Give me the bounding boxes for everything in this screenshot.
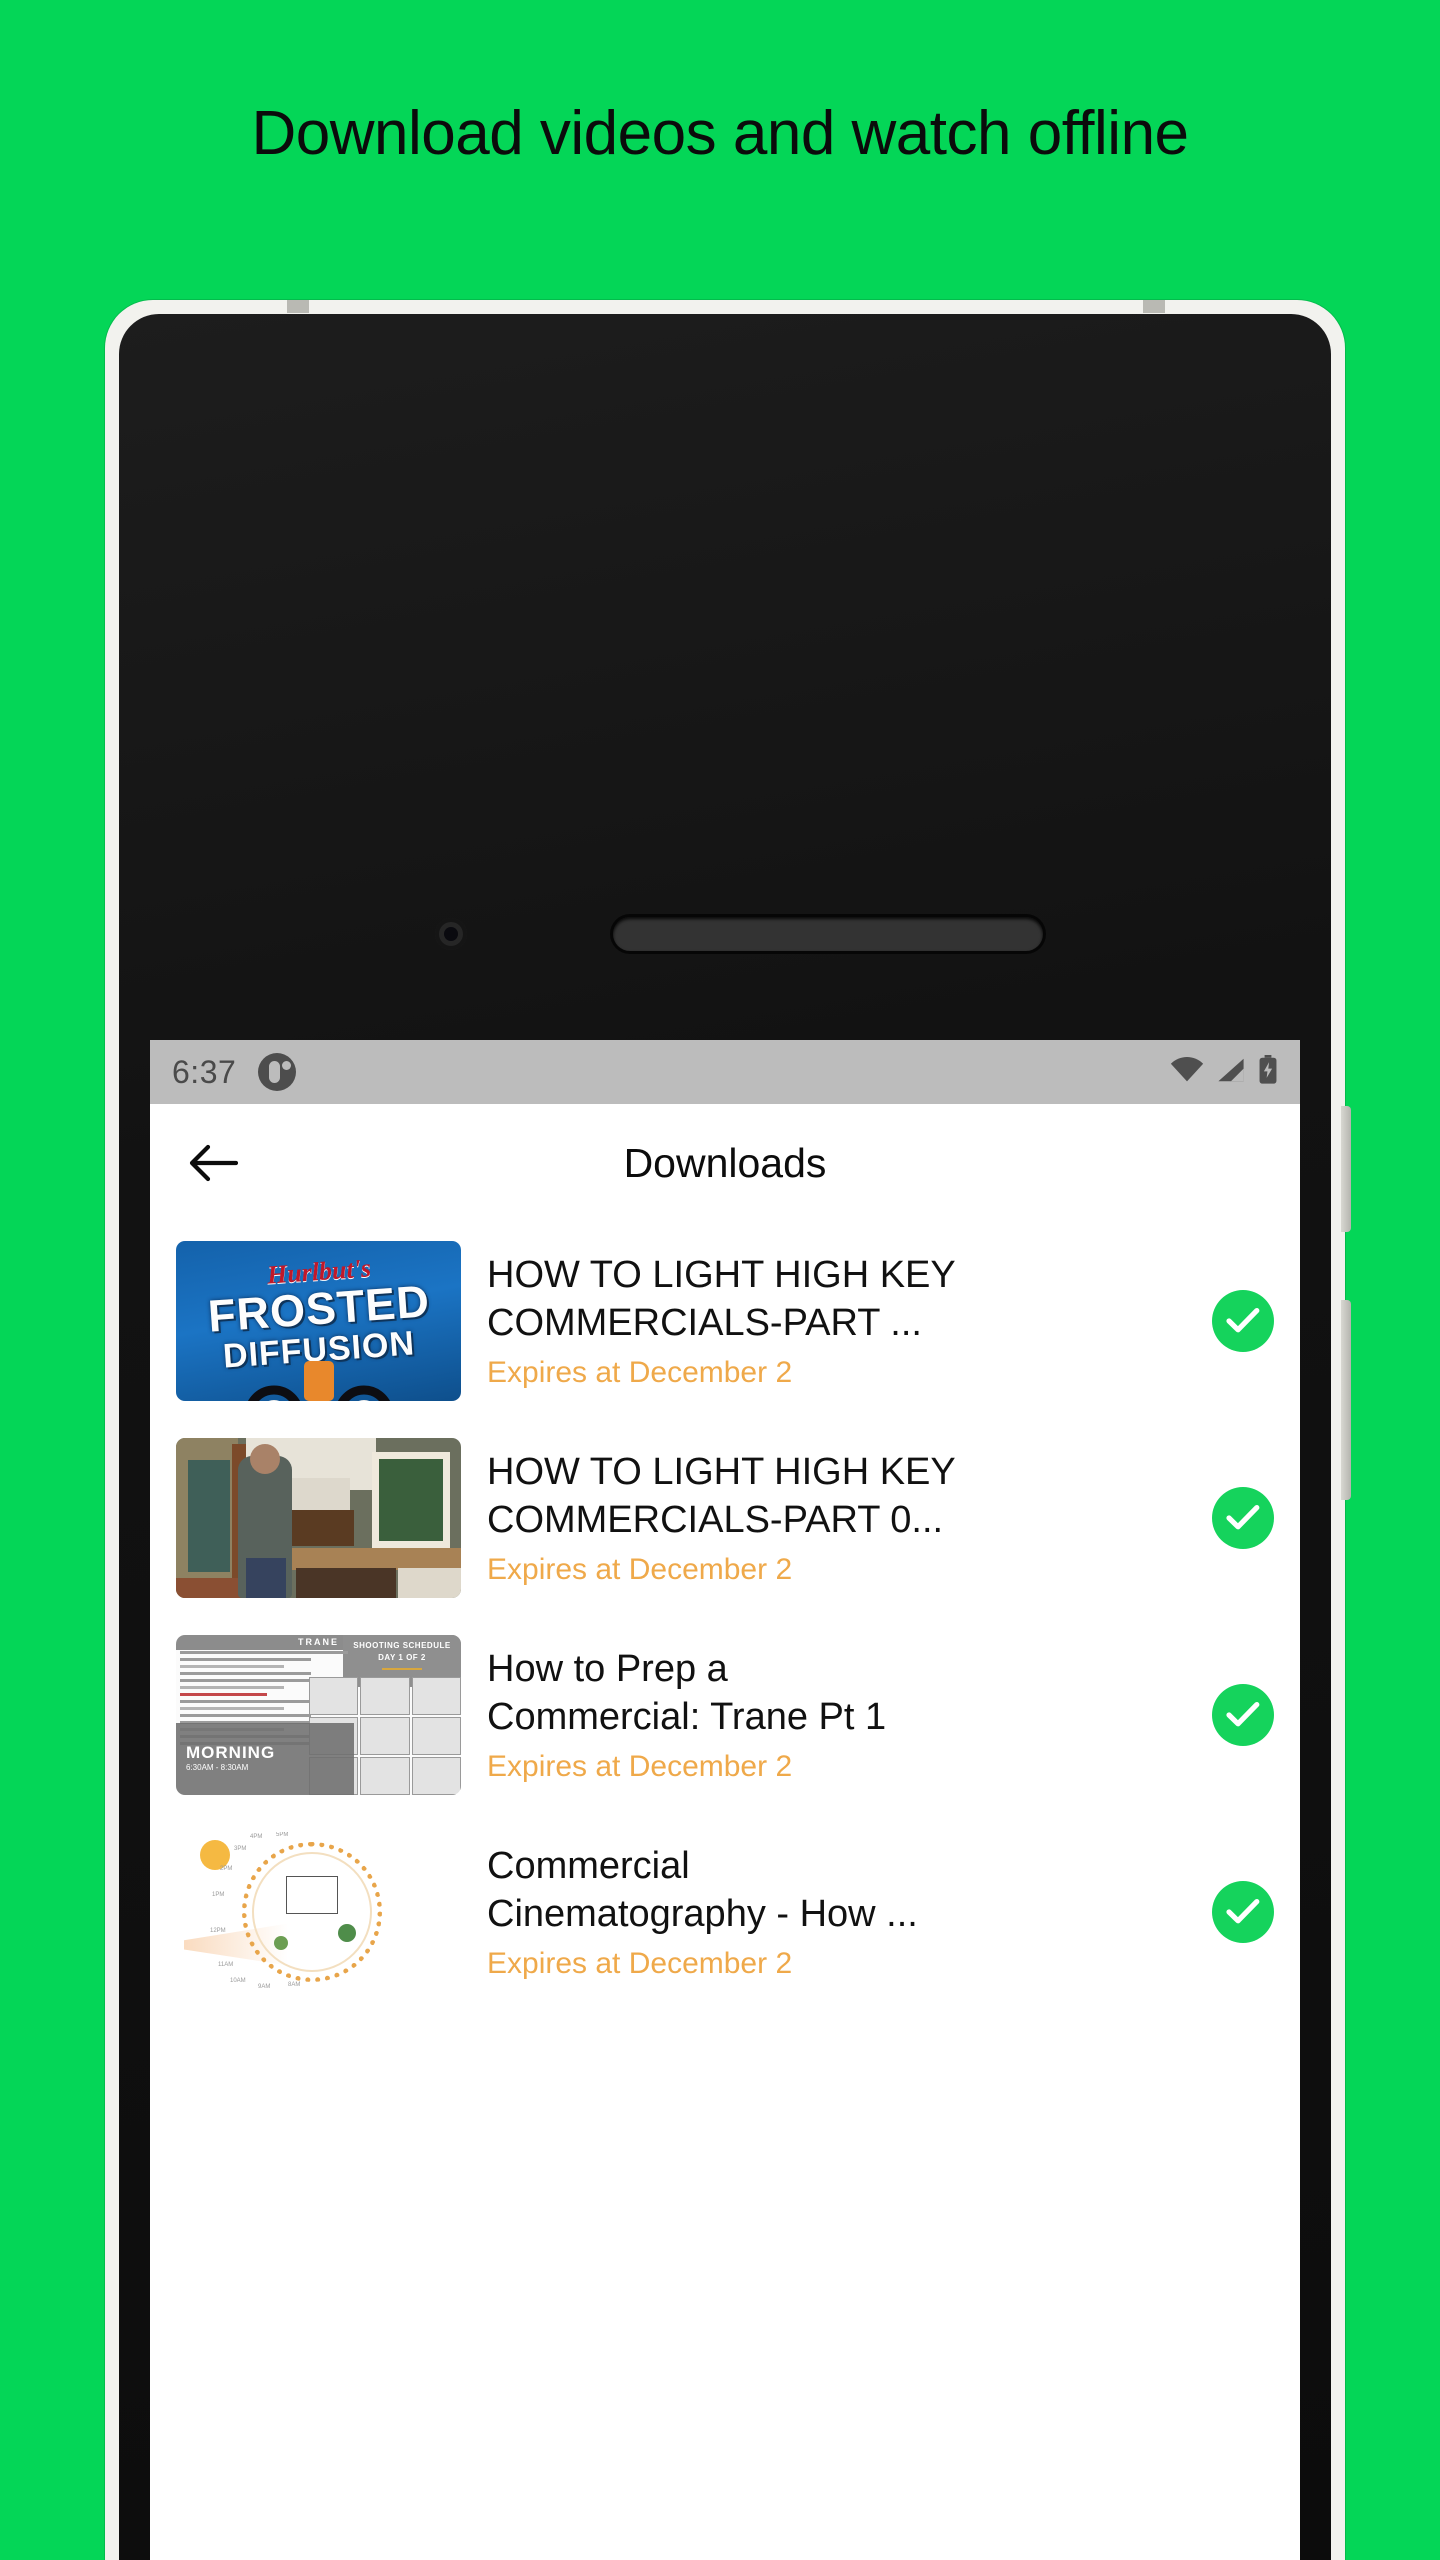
antenna-nub-left (287, 300, 309, 313)
status-bar-clock: 6:37 (172, 1053, 237, 1090)
list-item-text: How to Prep a Commercial: Trane Pt 1 Exp… (461, 1645, 1206, 1785)
power-button[interactable] (1341, 1106, 1351, 1232)
earpiece-speaker (613, 917, 1043, 951)
cellular-signal-icon (1217, 1057, 1245, 1088)
thumbnail-set-card (286, 1875, 338, 1914)
list-item-expiry: Expires at December 2 (487, 1356, 793, 1390)
status-bar-icons (1170, 1054, 1278, 1090)
volume-button[interactable] (1341, 1300, 1351, 1500)
video-thumbnail[interactable]: 4PM 5PM 3PM 2PM 1PM 12PM 11AM 10AM 9AM 8… (176, 1831, 461, 1992)
list-item-title: HOW TO LIGHT HIGH KEY COMMERCIALS-PART 0… (487, 1450, 956, 1541)
page-title: Downloads (623, 1139, 827, 1186)
check-circle-icon[interactable] (1212, 1486, 1274, 1549)
wifi-icon (1170, 1056, 1204, 1088)
front-camera-icon (435, 918, 467, 950)
check-circle-icon[interactable] (1212, 1880, 1274, 1943)
battery-charging-icon (1258, 1054, 1278, 1090)
list-item-expiry: Expires at December 2 (487, 1947, 793, 1981)
thumbnail-tree-1 (338, 1923, 356, 1942)
list-item-expiry: Expires at December 2 (487, 1553, 793, 1587)
list-item[interactable]: TRANE SHOOTING SCHEDULE DAY 1 OF 2 MORNIN… (150, 1616, 1300, 1813)
thumbnail-morning-band: MORNING 6:30AM - 8:30AM (176, 1722, 354, 1795)
promo-headline: Download videos and watch offline (251, 99, 1189, 168)
list-item-text: HOW TO LIGHT HIGH KEY COMMERCIALS-PART .… (461, 1251, 1206, 1391)
list-item-title: Commercial Cinematography - How ... (487, 1844, 918, 1935)
phone-screen: 6:37 Downloads Hurlbut's FROSTED DIFFUSI… (150, 1040, 1300, 2560)
app-notification-icon (258, 1053, 297, 1091)
list-item[interactable]: 4PM 5PM 3PM 2PM 1PM 12PM 11AM 10AM 9AM 8… (150, 1813, 1300, 2010)
list-item[interactable]: HOW TO LIGHT HIGH KEY COMMERCIALS-PART 0… (150, 1419, 1300, 1616)
thumbnail-orange-accent (303, 1360, 334, 1401)
check-circle-icon[interactable] (1212, 1683, 1274, 1746)
downloads-list: Hurlbut's FROSTED DIFFUSION HOW TO LIGHT… (150, 1222, 1300, 2010)
thumbnail-tree-2 (274, 1935, 288, 1950)
phone-mockup: 6:37 Downloads Hurlbut's FROSTED DIFFUSI… (105, 300, 1351, 2560)
video-thumbnail[interactable] (176, 1437, 461, 1598)
video-thumbnail[interactable]: Hurlbut's FROSTED DIFFUSION (176, 1240, 461, 1401)
list-item-expiry: Expires at December 2 (487, 1750, 793, 1784)
status-bar: 6:37 (150, 1040, 1300, 1104)
check-circle-icon[interactable] (1212, 1289, 1274, 1352)
list-item[interactable]: Hurlbut's FROSTED DIFFUSION HOW TO LIGHT… (150, 1222, 1300, 1419)
list-item-title: How to Prep a Commercial: Trane Pt 1 (487, 1647, 887, 1738)
list-item-text: HOW TO LIGHT HIGH KEY COMMERCIALS-PART 0… (461, 1448, 1206, 1588)
back-arrow-icon[interactable] (182, 1132, 244, 1194)
video-thumbnail[interactable]: TRANE SHOOTING SCHEDULE DAY 1 OF 2 MORNIN… (176, 1634, 461, 1795)
app-bar: Downloads (150, 1104, 1300, 1222)
antenna-nub-right (1143, 300, 1165, 313)
list-item-title: HOW TO LIGHT HIGH KEY COMMERCIALS-PART .… (487, 1253, 956, 1344)
list-item-text: Commercial Cinematography - How ... Expi… (461, 1842, 1206, 1982)
